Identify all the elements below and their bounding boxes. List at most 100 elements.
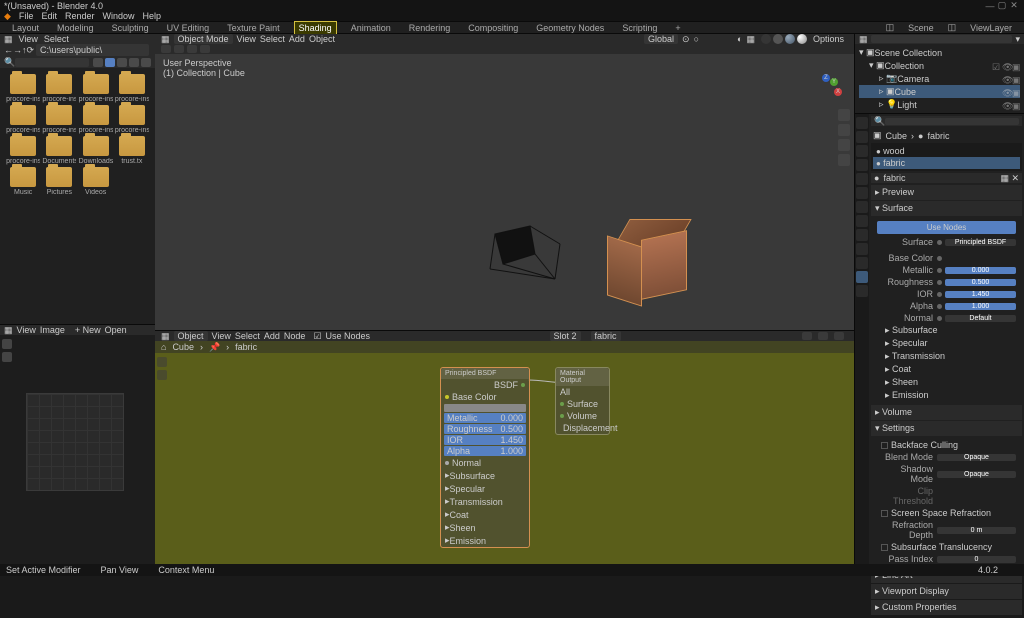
add-workspace-icon[interactable]: + [671,22,684,34]
uv-open-button[interactable]: Open [105,325,127,335]
alpha-field[interactable]: 1.000 [945,303,1016,310]
bc-home-icon[interactable]: ⌂ [161,342,166,352]
blend-mode-select[interactable]: Opaque [937,454,1016,461]
shading-render-icon[interactable] [797,34,807,44]
outliner-search[interactable] [871,35,1013,43]
bc-material[interactable]: fabric [235,342,257,352]
material-datablock[interactable]: ●fabric▦ ✕ [871,173,1022,183]
tab-texture[interactable]: Texture Paint [223,22,284,34]
material-slot-list[interactable]: ● wood ● fabric [871,143,1022,171]
axis-y-icon[interactable]: Y [830,78,838,86]
menu-render[interactable]: Render [65,11,95,21]
tab-modeling[interactable]: Modeling [53,22,98,34]
shadow-mode-select[interactable]: Opaque [937,471,1016,478]
outliner-collection[interactable]: ▾ ▣ Collection☑👁▣ [859,59,1020,72]
tab-world-icon[interactable] [856,173,868,185]
base-color-swatch[interactable] [444,404,526,412]
ne-menu-node[interactable]: Node [284,331,306,341]
scene-field[interactable]: Scene [904,22,938,34]
use-nodes-button[interactable]: Use Nodes [877,221,1016,234]
options-dropdown[interactable]: Options [813,34,844,44]
node-principled-bsdf[interactable]: Principled BSDF BSDF Base Color Metallic… [440,367,530,548]
tool-icon[interactable] [187,45,197,53]
alpha-slider[interactable]: Alpha1.000 [444,446,526,456]
fwd-icon[interactable]: → [13,45,22,55]
axis-z-icon[interactable]: Z [822,74,830,82]
tab-scripting[interactable]: Scripting [618,22,661,34]
folder-item[interactable]: Music [6,167,40,196]
menu-help[interactable]: Help [143,11,162,21]
tool-icon[interactable] [200,45,210,53]
outliner-root[interactable]: ▾ ▣ Scene Collection [859,46,1020,59]
vp-menu-select[interactable]: Select [260,34,285,44]
camera-icon[interactable] [838,139,850,151]
viewport-display-panel[interactable]: ▸ Viewport Display [871,584,1022,599]
orientation-selector[interactable]: Global [644,34,678,44]
surface-panel[interactable]: ▾ Surface [871,201,1022,216]
roughness-slider[interactable]: Roughness0.500 [444,424,526,434]
outliner-item-cube[interactable]: ▹ ▣ Cube👁▣ [859,85,1020,98]
folder-item[interactable]: Videos [79,167,113,196]
folder-item[interactable]: procore-ins... [115,105,149,134]
pan-icon[interactable] [838,124,850,136]
display-thumb-icon[interactable] [105,58,115,67]
minimize-icon[interactable]: — [984,1,996,11]
ne-menu-view[interactable]: View [212,331,231,341]
select-tool-icon[interactable] [157,357,167,367]
filebrowser-grid[interactable]: procore-ins...procore-ins...procore-ins.… [0,68,155,324]
snap-icon[interactable] [834,332,844,340]
folder-item[interactable]: procore-ins... [79,105,113,134]
tool-icon[interactable] [161,45,171,53]
overlays-icon[interactable]: ◐ [737,34,742,44]
menu-window[interactable]: Window [102,11,134,21]
ior-slider[interactable]: IOR1.450 [444,435,526,445]
metallic-slider[interactable]: Metallic0.000 [444,413,526,423]
section-transmission[interactable]: ▸ Transmission [877,350,1016,363]
folder-item[interactable]: Pictures [42,167,76,196]
tab-shading[interactable]: Shading [294,21,337,35]
roughness-field[interactable]: 0.500 [945,279,1016,286]
backface-culling-check[interactable]: Backface Culling [877,439,1016,451]
use-nodes-toggle[interactable]: Use Nodes [326,331,371,341]
node-material-output[interactable]: Material Output All Surface Volume Displ… [555,367,610,435]
tab-render-icon[interactable] [856,117,868,129]
shader-mode[interactable]: Object [174,331,208,341]
uv-new-button[interactable]: + New [75,325,101,335]
tool-icon[interactable] [174,45,184,53]
section-subsurface[interactable]: ▸ Subsurface [877,324,1016,337]
xray-icon[interactable]: ▦ [746,34,755,45]
menu-edit[interactable]: Edit [41,11,57,21]
pin-icon[interactable] [802,332,812,340]
outliner-item-light[interactable]: ▹ 💡 Light👁▣ [859,98,1020,111]
preview-panel[interactable]: ▸ Preview [871,185,1022,200]
folder-item[interactable]: procore-ins... [6,136,40,165]
refresh-icon[interactable]: ⟳ [27,45,35,56]
camera-object[interactable] [485,224,565,284]
snap-icon[interactable]: ⊙ [682,34,690,45]
tab-viewlayer-icon[interactable] [856,145,868,157]
fb-menu-select[interactable]: Select [44,34,69,44]
path-field[interactable]: C:\users\public\ [36,44,149,56]
tab-particle-icon[interactable] [856,215,868,227]
editor-type-icon[interactable]: ▦ [859,34,868,45]
tab-layout[interactable]: Layout [8,22,43,34]
sst-check[interactable]: Subsurface Translucency [877,541,1016,553]
section-specular[interactable]: ▸ Specular [877,337,1016,350]
filter-icon[interactable]: ▾ [1015,34,1020,45]
tab-geonodes[interactable]: Geometry Nodes [532,22,608,34]
3d-viewport[interactable]: User Perspective (1) Collection | Cube Z… [155,54,854,330]
pin-icon[interactable]: 📌 [209,342,220,353]
tab-compositing[interactable]: Compositing [464,22,522,34]
viewlayer-field[interactable]: ViewLayer [966,22,1016,34]
display-list-icon[interactable] [93,58,103,67]
back-icon[interactable]: ← [4,45,13,55]
proportional-icon[interactable]: ○ [694,34,699,44]
folder-item[interactable]: procore-ins... [115,74,149,103]
mode-selector[interactable]: Object Mode [174,34,233,44]
editor-type-icon[interactable]: ▦ [161,34,170,45]
ne-menu-add[interactable]: Add [264,331,280,341]
menu-file[interactable]: File [19,11,34,21]
properties-search[interactable] [885,118,1019,125]
vp-menu-view[interactable]: View [237,34,256,44]
shader-editor[interactable]: ▦ Object View Select Add Node ☑ Use Node… [155,330,854,564]
